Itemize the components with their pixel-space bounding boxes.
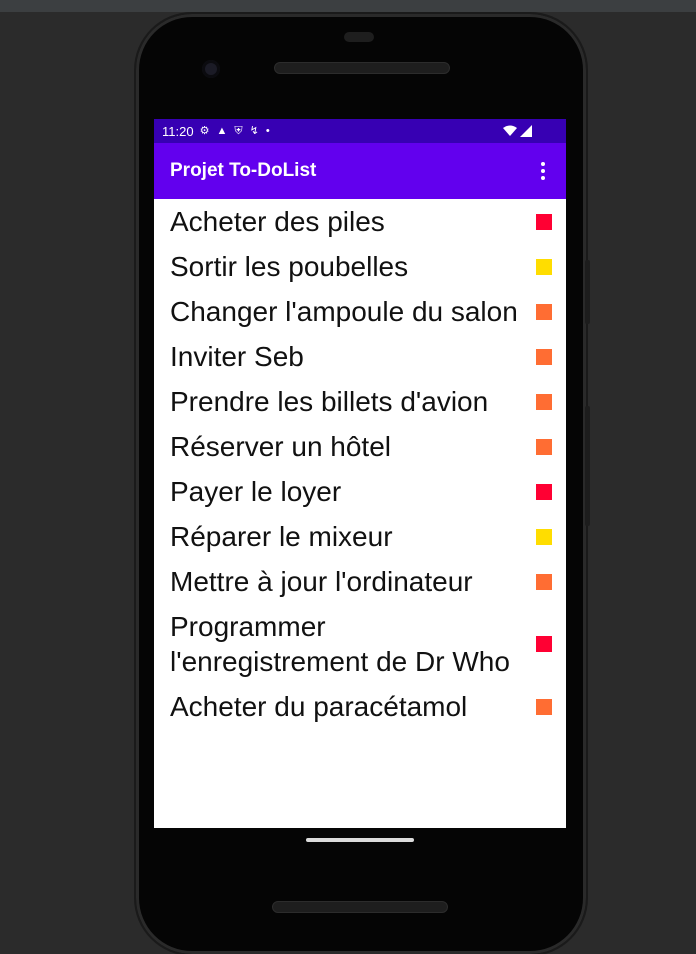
status-right-icons bbox=[503, 125, 532, 137]
a-icon: ▲ bbox=[216, 124, 228, 137]
todo-label: Acheter du paracétamol bbox=[170, 691, 468, 722]
wifi-icon bbox=[503, 125, 517, 136]
todo-item[interactable]: Réparer le mixeur bbox=[154, 514, 566, 559]
todo-item[interactable]: Payer le loyer bbox=[154, 469, 566, 514]
priority-indicator-medium bbox=[536, 698, 552, 715]
todo-list[interactable]: Acheter des piles Sortir les poubelles Cha… bbox=[154, 199, 566, 729]
priority-indicator-high bbox=[536, 483, 552, 500]
priority-indicator-medium bbox=[536, 573, 552, 590]
status-time: 11:20 bbox=[162, 123, 194, 139]
todo-label: Payer le loyer bbox=[170, 476, 342, 507]
device-screen: 11:20 ⚙ ▲ ⛨ ↯ • Projet To-DoList Acheter… bbox=[154, 119, 566, 828]
more-vert-icon[interactable] bbox=[536, 162, 550, 180]
todo-item[interactable]: Inviter Seb bbox=[154, 334, 566, 379]
todo-label: Inviter Seb bbox=[170, 341, 304, 372]
priority-indicator-high bbox=[536, 636, 552, 652]
todo-label: Réparer le mixeur bbox=[170, 521, 393, 552]
todo-item[interactable]: Sortir les poubelles bbox=[154, 244, 566, 289]
priority-indicator-medium bbox=[536, 438, 552, 455]
app-bar: Projet To-DoList bbox=[154, 143, 566, 199]
todo-label: Programmer l'enregistrement de Dr Who bbox=[170, 611, 510, 677]
todo-item[interactable]: Réserver un hôtel bbox=[154, 424, 566, 469]
todo-label: Mettre à jour l'ordinateur bbox=[170, 566, 473, 597]
settings-icon: ⚙ bbox=[199, 124, 210, 137]
volume-button bbox=[585, 406, 590, 526]
todo-label: Changer l'ampoule du salon bbox=[170, 296, 518, 327]
todo-label: Prendre les billets d'avion bbox=[170, 386, 489, 417]
power-button bbox=[585, 260, 590, 324]
todo-label: Sortir les poubelles bbox=[170, 251, 409, 282]
priority-indicator-medium bbox=[536, 348, 552, 365]
status-bar: 11:20 ⚙ ▲ ⛨ ↯ • bbox=[154, 119, 566, 143]
home-gesture-bar[interactable] bbox=[306, 838, 414, 842]
todo-item[interactable]: Changer l'ampoule du salon bbox=[154, 289, 566, 334]
priority-indicator-medium bbox=[536, 303, 552, 320]
todo-item[interactable]: Acheter des piles bbox=[154, 199, 566, 244]
priority-indicator-low bbox=[536, 258, 552, 275]
todo-item[interactable]: Prendre les billets d'avion bbox=[154, 379, 566, 424]
todo-item[interactable]: Acheter du paracétamol bbox=[154, 684, 566, 729]
ide-top-strip bbox=[0, 0, 696, 12]
todo-label: Réserver un hôtel bbox=[170, 431, 392, 462]
app-title: Projet To-DoList bbox=[170, 160, 317, 181]
dot-icon: • bbox=[265, 124, 270, 137]
priority-indicator-high bbox=[536, 213, 552, 230]
priority-indicator-medium bbox=[536, 393, 552, 410]
front-camera-icon bbox=[202, 60, 220, 78]
todo-item[interactable]: Programmer l'enregistrement de Dr Who bbox=[154, 604, 566, 684]
proximity-sensor bbox=[344, 32, 374, 42]
shield-icon: ⛨ bbox=[234, 124, 243, 137]
todo-item[interactable]: Mettre à jour l'ordinateur bbox=[154, 559, 566, 604]
signal-icon bbox=[520, 125, 532, 137]
usb-icon: ↯ bbox=[249, 124, 259, 137]
priority-indicator-low bbox=[536, 528, 552, 545]
todo-label: Acheter des piles bbox=[170, 206, 385, 237]
earpiece-speaker bbox=[274, 62, 450, 74]
bottom-speaker bbox=[272, 901, 448, 913]
